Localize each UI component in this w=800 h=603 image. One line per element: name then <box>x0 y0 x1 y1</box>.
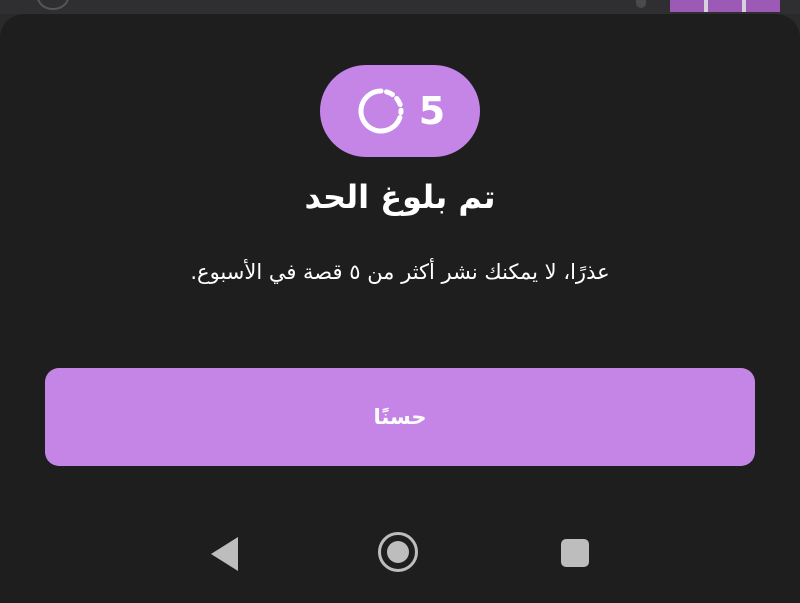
background-app-thumbnail <box>670 0 780 12</box>
system-navigation-bar <box>0 524 800 584</box>
back-icon[interactable] <box>211 537 238 571</box>
story-count-badge: 5 <box>320 65 480 157</box>
home-icon-center <box>387 541 409 563</box>
story-progress-icon <box>355 85 407 137</box>
recents-icon[interactable] <box>561 539 589 567</box>
dialog-message: عذرًا، لا يمكنك نشر أكثر من ٥ قصة في الأ… <box>190 260 610 284</box>
background-app-icon <box>636 0 646 8</box>
background-app-strip <box>0 0 800 14</box>
ok-button[interactable]: حسنًا <box>45 368 755 466</box>
story-count: 5 <box>418 89 446 133</box>
limit-reached-bottom-sheet: 5 تم بلوغ الحد عذرًا، لا يمكنك نشر أكثر … <box>0 14 800 603</box>
screen: 5 تم بلوغ الحد عذرًا، لا يمكنك نشر أكثر … <box>0 0 800 603</box>
home-icon[interactable] <box>378 532 418 572</box>
background-app-icon <box>36 0 70 10</box>
dialog-title: تم بلوغ الحد <box>304 178 496 216</box>
